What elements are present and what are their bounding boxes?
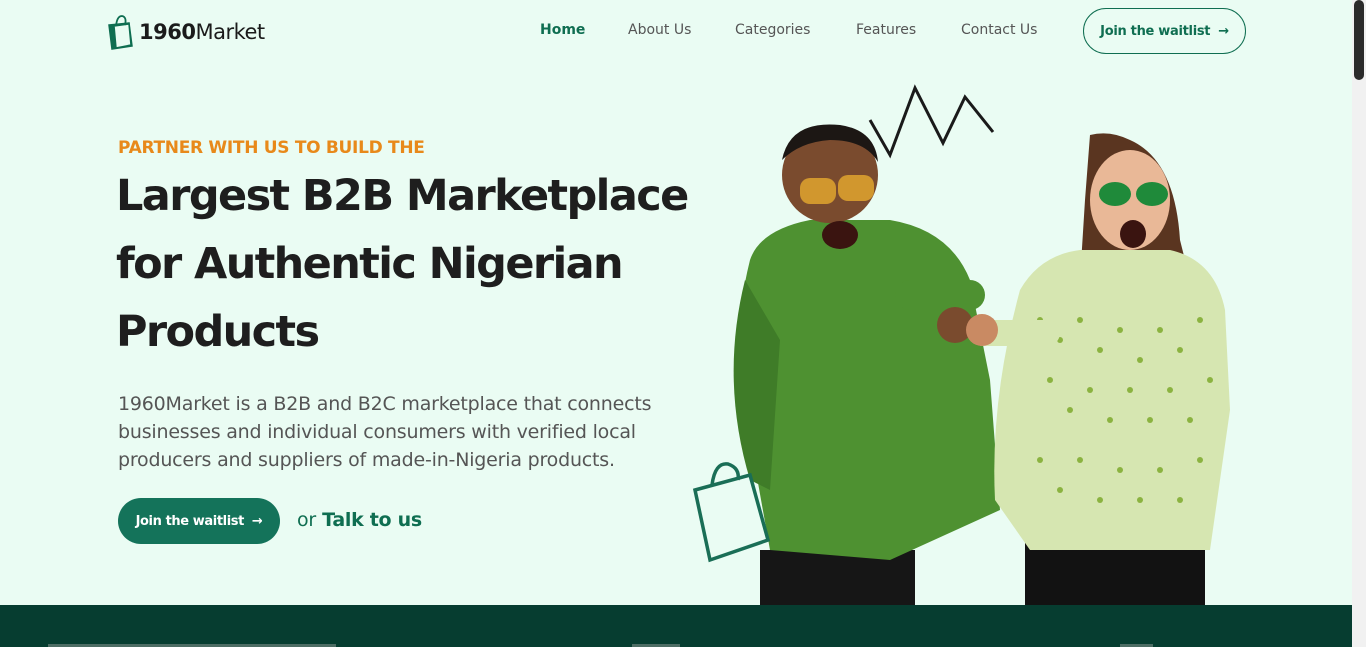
man-figure [733,124,1000,606]
scrollbar-thumb[interactable] [1354,0,1364,80]
hero-photo [692,84,1230,606]
headline-line-2: for Authentic Nigerian [116,239,624,289]
arrow-right-icon: → [251,513,263,529]
join-waitlist-nav-button[interactable]: Join the waitlist → [1083,8,1246,54]
nav-link-features[interactable]: Features [856,22,916,38]
hero-description: 1960Market is a B2B and B2C marketplace … [118,393,652,471]
talk-prefix: or [297,509,316,531]
headline-line-3: Products [116,307,320,357]
nav-link-about[interactable]: About Us [628,22,691,38]
page-scrollbar[interactable] [1352,0,1366,647]
hero-headline: Largest B2B Marketplace for Authentic Ni… [116,162,716,366]
shopping-bag-icon [108,15,133,50]
talk-to-us-link[interactable]: Talk to us [322,509,422,531]
arrow-right-icon: → [1218,23,1229,39]
logo-number: 1960 [139,20,196,44]
headline-line-1: Largest B2B Marketplace [116,171,689,221]
join-waitlist-hero-label: Join the waitlist [135,513,245,529]
nav-link-home[interactable]: Home [540,22,585,38]
talk-to-us: or Talk to us [297,509,422,531]
logo-word: Market [195,20,265,44]
logo[interactable]: 1960Market [105,12,265,52]
nav-link-categories[interactable]: Categories [735,22,810,38]
nav-link-contact[interactable]: Contact Us [961,22,1037,38]
top-navigation: 1960Market Home About Us Categories Feat… [0,0,1366,64]
zigzag-decoration [868,84,995,159]
join-waitlist-nav-label: Join the waitlist [1100,23,1211,39]
join-waitlist-hero-button[interactable]: Join the waitlist → [118,498,280,544]
woman-figure [966,133,1230,606]
hero-eyebrow: PARTNER WITH US TO BUILD THE [118,138,425,158]
footer-band [0,605,1352,647]
